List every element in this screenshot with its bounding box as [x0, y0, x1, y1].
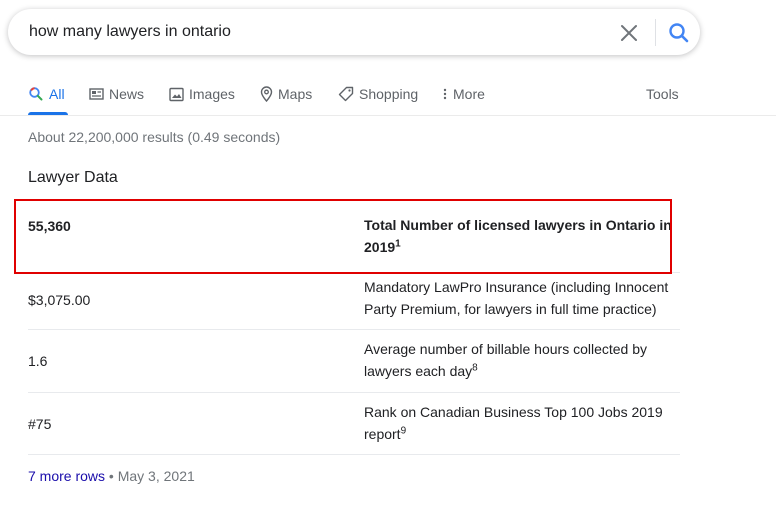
news-icon [89, 88, 104, 100]
snippet-date: May 3, 2021 [117, 468, 195, 484]
more-vert-icon [443, 88, 447, 100]
tag-icon [338, 86, 354, 102]
tab-shopping-label: Shopping [359, 86, 419, 102]
snippet-footer: 7 more rows • May 3, 2021 [28, 468, 195, 484]
tab-more[interactable]: More [442, 84, 485, 104]
tabs-divider [0, 115, 776, 116]
clear-search-button[interactable] [616, 20, 642, 46]
separator-dot: • [108, 468, 114, 484]
table-row: #75 Rank on Canadian Business Top 100 Jo… [28, 393, 680, 455]
tab-images[interactable]: Images [169, 84, 235, 104]
row-value: 1.6 [28, 353, 48, 369]
table-row: $3,075.00 Mandatory LawPro Insurance (in… [28, 273, 680, 330]
result-stats: About 22,200,000 results (0.49 seconds) [28, 129, 281, 145]
tools-label: Tools [646, 86, 679, 102]
row-value: $3,075.00 [28, 292, 91, 308]
tab-shopping[interactable]: Shopping [338, 84, 418, 104]
close-icon [621, 25, 637, 41]
tools-button[interactable]: Tools [646, 84, 679, 104]
search-icon [29, 87, 43, 101]
highlight-box [14, 199, 672, 274]
row-description: Rank on Canadian Business Top 100 Jobs 2… [364, 401, 678, 445]
row-description-text: Rank on Canadian Business Top 100 Jobs 2… [364, 404, 663, 442]
tab-news-label: News [109, 86, 145, 102]
tab-more-label: More [453, 86, 485, 102]
maps-pin-icon [260, 86, 273, 102]
row-description-text: Average number of billable hours collect… [364, 341, 648, 379]
table-row: 1.6 Average number of billable hours col… [28, 330, 680, 393]
more-rows-link[interactable]: 7 more rows [28, 468, 105, 484]
search-tabs: All News Images Maps Shopping More Tools [0, 80, 776, 116]
tab-all-label: All [49, 86, 65, 102]
row-description-text: Mandatory LawPro Insurance (including In… [364, 279, 669, 317]
tab-all[interactable]: All [28, 84, 65, 104]
tab-maps-label: Maps [278, 86, 313, 102]
row-description: Mandatory LawPro Insurance (including In… [364, 276, 678, 320]
row-value: #75 [28, 416, 52, 432]
citation-sup[interactable]: 9 [401, 425, 407, 436]
divider [655, 19, 656, 46]
images-icon [169, 87, 184, 101]
search-icon [669, 23, 689, 43]
search-box [8, 9, 700, 55]
tab-images-label: Images [189, 86, 235, 102]
tab-maps[interactable]: Maps [260, 84, 312, 104]
search-input[interactable] [29, 21, 589, 43]
tab-news[interactable]: News [89, 84, 144, 104]
citation-sup[interactable]: 8 [472, 362, 478, 373]
snippet-title: Lawyer Data [28, 169, 118, 186]
search-button[interactable] [666, 20, 692, 46]
row-description: Average number of billable hours collect… [364, 338, 678, 382]
